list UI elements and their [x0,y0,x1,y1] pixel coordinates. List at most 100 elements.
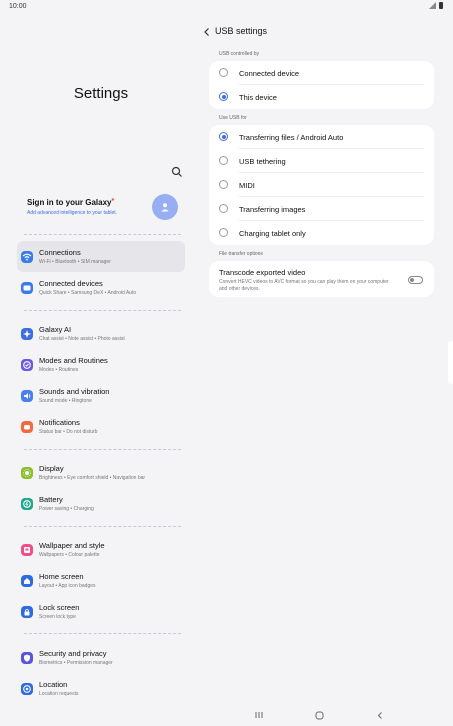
usb-settings-pane: USB settings USB controlled by Connected… [195,14,453,704]
settings-item-subtitle: Layout • App icon badges [39,583,96,589]
divider [24,633,181,634]
divider [24,234,181,235]
radio-button[interactable] [219,68,228,77]
location-icon [21,683,33,695]
section-label-controlled-by: USB controlled by [219,51,260,57]
settings-item-subtitle: Status bar • Do not disturb [39,429,98,435]
settings-item-home-screen[interactable]: Home screen Layout • App icon badges [17,565,185,596]
radio-option-transferring-files-android-auto[interactable]: Transferring files / Android Auto [209,125,434,149]
speaker-icon [21,390,33,402]
transcode-title: Transcode exported video [219,268,306,277]
settings-item-wallpaper-and-style[interactable]: Wallpaper and style Wallpapers • Colour p… [17,534,185,565]
radio-option-label: Transferring images [239,205,306,214]
radio-option-label: Connected device [239,69,300,78]
transcode-card[interactable]: Transcode exported video Convert HEVC vi… [209,261,434,297]
avatar[interactable] [152,194,178,220]
settings-item-subtitle: Quick Share • Samsung DeX • Android Auto [39,290,137,296]
radio-button[interactable] [219,180,228,189]
radio-option-label: USB tethering [239,157,286,166]
account-subtitle: Add advanced intelligence to your tablet… [27,210,118,216]
search-icon[interactable] [171,166,183,178]
settings-item-subtitle: Biometrics • Permission manager [39,660,113,666]
settings-item-subtitle: Brightness • Eye comfort shield • Naviga… [39,475,146,481]
settings-item-location[interactable]: Location Location requests [17,673,185,704]
settings-item-modes-and-routines[interactable]: Modes and Routines Modes • Routines [17,349,185,380]
radio-button[interactable] [219,132,228,141]
settings-item-connected-devices[interactable]: Connected devices Quick Share • Samsung D… [17,272,185,303]
transcode-toggle[interactable] [408,276,423,284]
sun-icon [21,467,33,479]
divider [24,526,181,527]
radio-option-midi[interactable]: MIDI [209,173,434,197]
account-title: Sign in to your Galaxy [27,198,112,207]
home-circle-icon [315,711,323,719]
wifi-icon [21,251,33,263]
navigation-bar [0,704,453,726]
radio-button[interactable] [219,156,228,165]
settings-item-title: Connections [39,248,81,257]
settings-item-subtitle: Location requests [39,691,79,697]
back-arrow-icon [377,711,382,719]
lock-icon [21,606,33,618]
divider [24,310,181,311]
signal-icon [429,2,436,9]
account-card[interactable]: Sign in to your Galaxy* Add advanced int… [18,192,185,228]
battery-status-icon [439,2,443,9]
settings-item-title: Battery [39,495,63,504]
radio-option-label: Charging tablet only [239,229,306,238]
settings-item-battery[interactable]: Battery Power saving • Charging [17,488,185,519]
use-usb-for-card: Transferring files / Android Auto USB tet… [209,125,434,245]
sparkle-icon [21,328,33,340]
settings-item-title: Security and privacy [39,649,107,658]
person-icon [161,203,169,212]
settings-item-subtitle: Wi-Fi • Bluetooth • SIM manager [39,259,111,265]
home-button[interactable] [312,709,326,721]
settings-item-subtitle: Power saving • Charging [39,506,94,512]
radio-button[interactable] [219,92,228,101]
radio-option-charging-tablet-only[interactable]: Charging tablet only [209,221,434,245]
settings-item-connections[interactable]: Connections Wi-Fi • Bluetooth • SIM manag… [17,241,185,272]
status-time: 10:00 [9,3,27,10]
divider [24,449,181,450]
radio-option-label: MIDI [239,181,255,190]
settings-item-subtitle: Wallpapers • Colour palette [39,552,100,558]
recents-button[interactable] [252,709,266,721]
devices-icon [21,282,33,294]
bell-icon [21,421,33,433]
settings-item-title: Connected devices [39,279,103,288]
settings-item-galaxy-ai[interactable]: Galaxy AI Chat assist • Note assist • Pho… [17,318,185,349]
settings-item-title: Modes and Routines [39,356,108,365]
edge-panel-handle[interactable] [448,341,453,384]
settings-item-title: Display [39,464,64,473]
radio-button[interactable] [219,204,228,213]
back-button[interactable] [373,709,387,721]
check-circle-icon [21,359,33,371]
radio-option-connected-device[interactable]: Connected device [209,61,434,85]
settings-item-display[interactable]: Display Brightness • Eye comfort shield •… [17,457,185,488]
status-bar: 10:00 [0,0,453,14]
battery-icon [21,498,33,510]
recents-icon [255,712,263,718]
radio-option-label: This device [239,93,277,102]
settings-item-title: Lock screen [39,603,80,612]
settings-item-notifications[interactable]: Notifications Status bar • Do not disturb [17,411,185,442]
back-chevron-icon[interactable] [201,26,213,38]
settings-item-title: Notifications [39,418,80,427]
radio-option-label: Transferring files / Android Auto [239,133,344,142]
settings-item-lock-screen[interactable]: Lock screen Screen lock type [17,596,185,627]
settings-item-security-and-privacy[interactable]: Security and privacy Biometrics • Permiss… [17,642,185,673]
settings-item-subtitle: Chat assist • Note assist • Photo assist [39,336,125,342]
new-badge-icon: * [111,198,115,205]
section-label-use-for: Use USB for [219,115,247,121]
settings-list-pane: Settings Sign in to your Galaxy* Add adv… [0,14,195,704]
radio-option-usb-tethering[interactable]: USB tethering [209,149,434,173]
settings-item-subtitle: Screen lock type [39,614,76,620]
radio-button[interactable] [219,228,228,237]
settings-item-subtitle: Modes • Routines [39,367,79,373]
section-label-file-transfer: File transfer options [219,251,263,257]
settings-item-title: Galaxy AI [39,325,72,334]
radio-option-transferring-images[interactable]: Transferring images [209,197,434,221]
radio-option-this-device[interactable]: This device [209,85,434,109]
settings-item-sounds-and-vibration[interactable]: Sounds and vibration Sound mode • Rington… [17,380,185,411]
page-title: USB settings [215,26,268,36]
